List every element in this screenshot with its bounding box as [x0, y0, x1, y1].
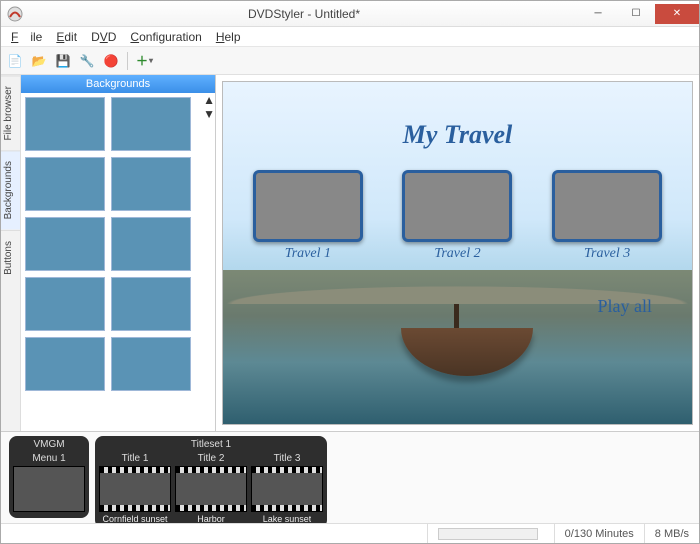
timeline-cell-title: Title 1 — [118, 453, 153, 466]
burn-button[interactable]: 🔴 — [101, 51, 121, 71]
toolbar-separator — [127, 52, 128, 70]
background-thumb[interactable] — [111, 337, 191, 391]
menu-file[interactable]: File — [5, 28, 48, 46]
timeline-cell-title: Menu 1 — [28, 453, 69, 466]
app-icon — [7, 6, 23, 22]
play-all-button[interactable]: Play all — [598, 296, 653, 317]
timeline-cell-caption: Cornfield sunset — [102, 512, 167, 523]
dvd-menu-canvas[interactable]: My Travel Travel 1 Travel 2 Travel 3 Pla… — [222, 81, 693, 425]
status-progress — [427, 524, 554, 543]
timeline-cell[interactable]: Title 1 Cornfield sunset — [99, 453, 171, 523]
timeline-cell[interactable]: Menu 1 — [13, 453, 85, 514]
titlebar: DVDStyler - Untitled* ─ ☐ ✕ — [1, 1, 699, 27]
tab-buttons[interactable]: Buttons — [1, 230, 20, 285]
panel-header: Backgrounds — [21, 75, 215, 93]
background-thumb[interactable] — [25, 337, 105, 391]
menu-dvd[interactable]: DVD — [85, 28, 122, 46]
open-button[interactable]: 📂 — [29, 51, 49, 71]
tab-backgrounds[interactable]: Backgrounds — [1, 150, 20, 229]
add-button[interactable]: ＋▾ — [134, 51, 155, 71]
menubar: File Edit DVD Configuration Help — [1, 27, 699, 47]
dvd-menu-thumbnail — [402, 170, 512, 242]
timeline-cell[interactable]: Title 2 Harbor — [175, 453, 247, 523]
statusbar: 0/130 Minutes 8 MB/s — [1, 523, 699, 543]
timeline-cell-thumb — [13, 466, 85, 512]
timeline-cell[interactable]: Title 3 Lake sunset — [251, 453, 323, 523]
timeline-cell-title: Title 3 — [270, 453, 305, 466]
timeline-group-title: VMGM — [11, 438, 87, 451]
save-button[interactable]: 💾 — [53, 51, 73, 71]
timeline-cell-caption: Harbor — [197, 512, 225, 523]
save-icon: 💾 — [56, 54, 71, 68]
window-title: DVDStyler - Untitled* — [29, 7, 579, 21]
backgrounds-grid — [21, 93, 203, 431]
dvd-menu-thumbnail — [552, 170, 662, 242]
background-thumb[interactable] — [111, 277, 191, 331]
menu-configuration[interactable]: Configuration — [124, 28, 207, 46]
maximize-button[interactable]: ☐ — [617, 4, 655, 24]
background-thumb[interactable] — [111, 217, 191, 271]
timeline-group-vmgm: VMGM Menu 1 — [9, 436, 89, 518]
dvd-menu-item[interactable]: Travel 3 — [552, 170, 662, 262]
new-button[interactable]: 📄 — [5, 51, 25, 71]
backgrounds-panel: Backgrounds ▲ ▼ — [21, 75, 216, 431]
dvd-menu-item[interactable]: Travel 1 — [253, 170, 363, 262]
scrollbar[interactable]: ▲ ▼ — [203, 93, 215, 431]
dvd-menu-items: Travel 1 Travel 2 Travel 3 — [223, 170, 692, 262]
timeline-cell-caption: Lake sunset — [263, 512, 312, 523]
timeline: VMGM Menu 1 Titleset 1 Title 1 Cornfield… — [1, 431, 699, 523]
dvd-menu-label: Travel 1 — [285, 246, 331, 262]
background-thumb[interactable] — [25, 277, 105, 331]
burn-icon: 🔴 — [104, 54, 119, 68]
new-icon: 📄 — [8, 54, 23, 68]
settings-button[interactable]: 🔧 — [77, 51, 97, 71]
minimize-button[interactable]: ─ — [579, 4, 617, 24]
timeline-group-titleset: Titleset 1 Title 1 Cornfield sunset Titl… — [95, 436, 327, 523]
sidebar-tabs: File browser Backgrounds Buttons — [1, 75, 21, 431]
dvd-menu-label: Travel 3 — [584, 246, 630, 262]
menu-edit[interactable]: Edit — [50, 28, 83, 46]
timeline-cell-thumb — [175, 466, 247, 512]
tab-file-browser[interactable]: File browser — [1, 75, 20, 150]
timeline-group-title: Titleset 1 — [97, 438, 325, 451]
background-thumb[interactable] — [25, 217, 105, 271]
scroll-down-button[interactable]: ▼ — [203, 107, 215, 121]
preview-pane: My Travel Travel 1 Travel 2 Travel 3 Pla… — [216, 75, 699, 431]
background-thumb[interactable] — [25, 97, 105, 151]
dvd-title[interactable]: My Travel — [223, 120, 692, 150]
background-thumb[interactable] — [111, 157, 191, 211]
wrench-icon: 🔧 — [80, 54, 95, 68]
close-button[interactable]: ✕ — [655, 4, 699, 24]
status-minutes: 0/130 Minutes — [554, 524, 644, 543]
background-thumb[interactable] — [25, 157, 105, 211]
status-bitrate: 8 MB/s — [644, 524, 699, 543]
dvd-menu-item[interactable]: Travel 2 — [402, 170, 512, 262]
chevron-down-icon: ▾ — [149, 56, 153, 65]
timeline-cell-thumb — [251, 466, 323, 512]
toolbar: 📄 📂 💾 🔧 🔴 ＋▾ — [1, 47, 699, 75]
timeline-cell-title: Title 2 — [194, 453, 229, 466]
dvd-menu-thumbnail — [253, 170, 363, 242]
progress-bar — [438, 528, 538, 540]
plus-icon: ＋ — [136, 52, 148, 69]
content-area: File browser Backgrounds Buttons Backgro… — [1, 75, 699, 431]
open-icon: 📂 — [32, 54, 47, 68]
scroll-up-button[interactable]: ▲ — [203, 93, 215, 107]
menu-help[interactable]: Help — [210, 28, 247, 46]
timeline-cell-thumb — [99, 466, 171, 512]
dvd-menu-label: Travel 2 — [434, 246, 480, 262]
background-thumb[interactable] — [111, 97, 191, 151]
